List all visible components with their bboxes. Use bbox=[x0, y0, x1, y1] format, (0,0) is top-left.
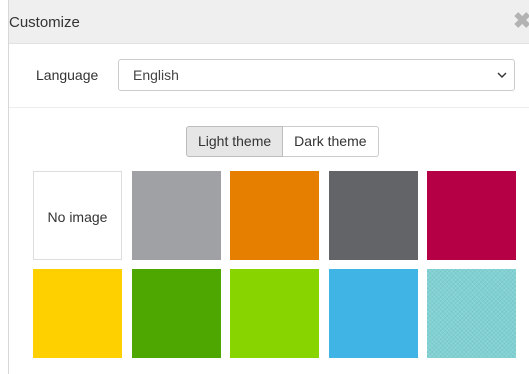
chevron-down-icon bbox=[497, 72, 507, 78]
swatch-no-image[interactable]: No image bbox=[33, 171, 122, 260]
dialog-title: Customize bbox=[9, 14, 80, 31]
swatch-dark-gray[interactable] bbox=[329, 171, 418, 260]
customize-dialog: Customize ✖ Language English Light theme… bbox=[8, 0, 529, 374]
light-theme-button[interactable]: Light theme bbox=[186, 126, 284, 157]
theme-toggle: Light theme Dark theme bbox=[186, 126, 379, 157]
dialog-header: Customize ✖ bbox=[9, 0, 529, 44]
swatch-orange[interactable] bbox=[230, 171, 319, 260]
language-label: Language bbox=[36, 67, 99, 83]
language-row: Language English bbox=[9, 44, 529, 108]
close-icon[interactable]: ✖ bbox=[513, 10, 529, 32]
language-selected-value: English bbox=[133, 67, 179, 83]
swatch-gray[interactable] bbox=[132, 171, 221, 260]
dark-theme-button[interactable]: Dark theme bbox=[283, 126, 379, 157]
swatch-lime[interactable] bbox=[230, 269, 319, 358]
swatch-green[interactable] bbox=[132, 269, 221, 358]
swatch-sky-blue[interactable] bbox=[329, 269, 418, 358]
swatch-yellow[interactable] bbox=[33, 269, 122, 358]
swatch-teal-texture[interactable] bbox=[427, 269, 516, 358]
swatch-no-image-label: No image bbox=[47, 209, 108, 225]
swatch-crimson[interactable] bbox=[427, 171, 516, 260]
language-select[interactable]: English bbox=[118, 59, 515, 91]
